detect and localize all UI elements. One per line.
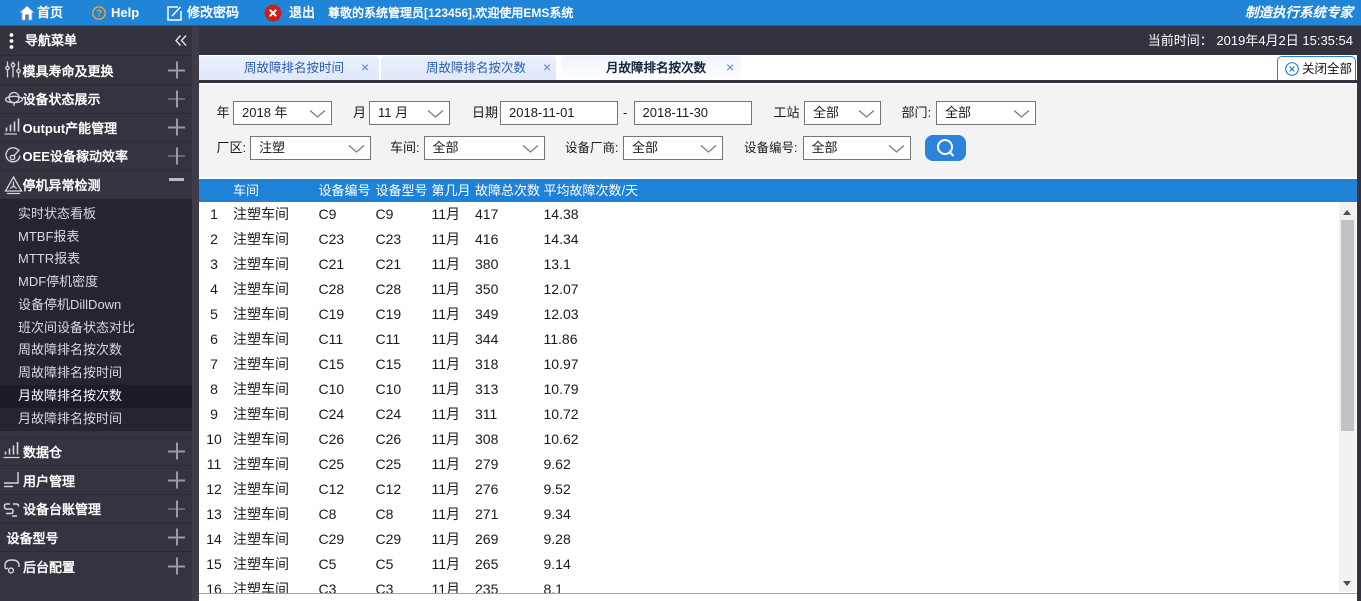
svg-text:?: ?: [96, 9, 102, 20]
